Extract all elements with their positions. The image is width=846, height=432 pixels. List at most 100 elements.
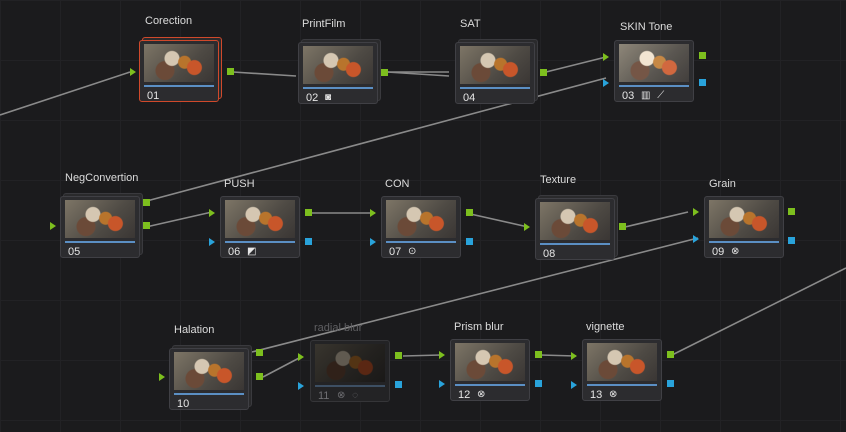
node-thumbnail <box>225 200 295 238</box>
node-06[interactable]: 06 ◩ <box>220 196 300 258</box>
rgb-input-port[interactable] <box>603 53 609 61</box>
node-label: PrintFilm <box>302 18 346 30</box>
key-input-port[interactable] <box>370 238 376 246</box>
wire <box>232 71 297 77</box>
rgb-output-port[interactable] <box>540 69 547 76</box>
node-number: 06 <box>228 246 241 258</box>
key-output-port[interactable] <box>667 380 674 387</box>
key-output-port[interactable] <box>535 380 542 387</box>
node-bar <box>460 87 530 89</box>
rgb-input-port[interactable] <box>370 209 376 217</box>
node-thumbnail <box>315 344 385 382</box>
wire <box>545 56 607 73</box>
node-label: radial blur <box>314 322 363 334</box>
node-thumbnail <box>455 343 525 381</box>
node-card[interactable]: 04 <box>455 42 535 104</box>
rgb-output-port[interactable] <box>395 352 402 359</box>
wire <box>251 237 699 353</box>
node-bar <box>455 384 525 386</box>
key-input-port[interactable] <box>603 79 609 87</box>
rgb-input-port[interactable] <box>130 68 136 76</box>
node-card[interactable]: 09 ⊗ <box>704 196 784 258</box>
node-thumbnail <box>587 343 657 381</box>
rgb-output-port[interactable] <box>143 222 150 229</box>
rgb-output-port[interactable] <box>256 373 263 380</box>
rgb-input-port[interactable] <box>571 352 577 360</box>
node-10[interactable]: 10 <box>169 345 252 410</box>
qualifier-icon: ▥ ⟋ <box>641 90 667 101</box>
fx-icon: ⊗ <box>609 389 620 400</box>
node-card[interactable]: 02 ◙ <box>298 42 378 104</box>
node-11[interactable]: 11 ⊗ ◌ <box>310 340 390 402</box>
node-bar <box>619 85 689 87</box>
rgb-output-port[interactable] <box>788 208 795 215</box>
rgb-output-port[interactable] <box>305 209 312 216</box>
node-05[interactable]: 05 <box>60 193 143 258</box>
rgb-output-port[interactable] <box>143 199 150 206</box>
node-02[interactable]: 02 ◙ <box>298 39 381 104</box>
node-card[interactable]: 07 ⊙ <box>381 196 461 258</box>
wire <box>671 267 846 356</box>
node-09[interactable]: 09 ⊗ <box>704 196 784 258</box>
rgb-input-port[interactable] <box>159 373 165 381</box>
node-07[interactable]: 07 ⊙ <box>381 196 461 258</box>
key-output-port[interactable] <box>699 79 706 86</box>
node-card[interactable]: 13 ⊗ <box>582 339 662 401</box>
node-label: SKIN Tone <box>620 21 673 33</box>
node-number: 02 <box>306 92 319 104</box>
node-03[interactable]: 03 ▥ ⟋ <box>614 40 694 102</box>
node-card[interactable]: 06 ◩ <box>220 196 300 258</box>
key-output-port[interactable] <box>305 238 312 245</box>
node-number: 09 <box>712 246 725 258</box>
rgb-output-port[interactable] <box>381 69 388 76</box>
node-label: PUSH <box>224 178 255 190</box>
node-card[interactable]: 11 ⊗ ◌ <box>310 340 390 402</box>
node-card[interactable]: 08 <box>535 198 615 260</box>
node-label: Halation <box>174 324 215 336</box>
rgb-output-port[interactable] <box>256 349 263 356</box>
rgb-input-port[interactable] <box>524 223 530 231</box>
rgb-input-port[interactable] <box>439 351 445 359</box>
key-input-port[interactable] <box>571 381 577 389</box>
node-thumbnail <box>386 200 456 238</box>
key-input-port[interactable] <box>693 235 699 243</box>
fx-icon: ⊗ <box>477 389 488 400</box>
node-bar <box>587 384 657 386</box>
rgb-input-port[interactable] <box>50 222 56 230</box>
rgb-input-port[interactable] <box>298 353 304 361</box>
node-04[interactable]: 04 <box>455 39 538 104</box>
key-input-port[interactable] <box>209 238 215 246</box>
node-label: Grain <box>709 178 736 190</box>
node-08[interactable]: 08 <box>535 195 618 260</box>
rgb-input-port[interactable] <box>209 209 215 217</box>
key-output-port[interactable] <box>395 381 402 388</box>
node-thumbnail <box>709 200 779 238</box>
key-input-port[interactable] <box>439 380 445 388</box>
rgb-output-port[interactable] <box>619 223 626 230</box>
rgb-output-port[interactable] <box>466 209 473 216</box>
node-bar <box>386 241 456 243</box>
node-card[interactable]: 03 ▥ ⟋ <box>614 40 694 102</box>
node-card[interactable]: 05 <box>60 196 140 258</box>
node-01[interactable]: 01 <box>139 37 222 102</box>
node-card[interactable]: 10 <box>169 348 249 410</box>
fx-icon: ⊗ <box>731 246 742 257</box>
rgb-output-port[interactable] <box>535 351 542 358</box>
node-number: 11 <box>318 390 330 402</box>
key-output-port[interactable] <box>788 237 795 244</box>
node-card[interactable]: 01 <box>139 40 219 102</box>
node-thumbnail <box>619 44 689 82</box>
key-output-port[interactable] <box>466 238 473 245</box>
rgb-output-port[interactable] <box>699 52 706 59</box>
rgb-output-port[interactable] <box>227 68 234 75</box>
node-card[interactable]: 12 ⊗ <box>450 339 530 401</box>
rgb-input-port[interactable] <box>693 208 699 216</box>
wire <box>624 211 689 228</box>
node-13[interactable]: 13 ⊗ <box>582 339 662 401</box>
node-thumbnail <box>460 46 530 84</box>
node-bar <box>144 85 214 87</box>
key-input-port[interactable] <box>298 382 304 390</box>
node-12[interactable]: 12 ⊗ <box>450 339 530 401</box>
rgb-output-port[interactable] <box>667 351 674 358</box>
wire <box>386 71 450 77</box>
